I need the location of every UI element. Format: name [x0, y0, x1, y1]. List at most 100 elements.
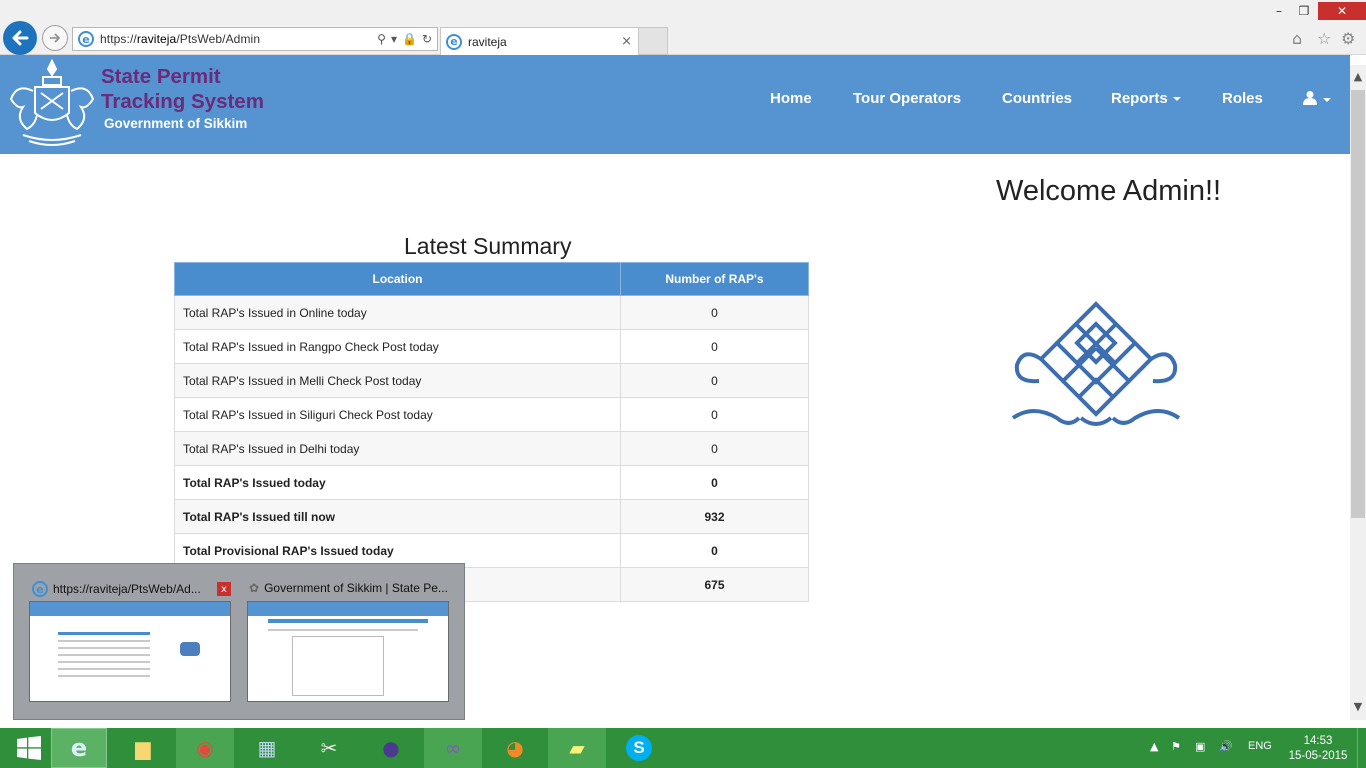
taskbar-firefox[interactable]: ◕: [486, 728, 544, 768]
visual-studio-icon: ∞: [444, 736, 462, 760]
url-scheme: https://: [100, 32, 137, 46]
preview-window1-title[interactable]: e https://raviteja/PtsWeb/Ad...: [32, 581, 201, 597]
refresh-icon[interactable]: ↻: [422, 32, 432, 46]
browser-chrome: e https://raviteja/PtsWeb/Admin ⚲ ▾ 🔒 ↻ …: [0, 0, 1366, 55]
scrollbar-thumb[interactable]: [1351, 90, 1365, 518]
thumb-row: [58, 647, 150, 649]
row-label: Total RAP's Issued in Online today: [174, 295, 621, 330]
summary-title: Latest Summary: [404, 233, 572, 259]
favorites-star-icon[interactable]: ☆: [1317, 29, 1331, 48]
nav-reports-label: Reports: [1111, 90, 1168, 107]
action-center-flag-icon[interactable]: ⚑: [1171, 740, 1181, 753]
table-row: Total RAP's Issued in Rangpo Check Post …: [174, 329, 809, 364]
nav-reports[interactable]: Reports: [1111, 90, 1181, 107]
search-icon[interactable]: ⚲: [377, 32, 386, 46]
forward-button[interactable]: [42, 25, 68, 51]
ie-tab-icon: e: [446, 33, 462, 50]
url-path: /PtsWeb/Admin: [176, 32, 261, 46]
back-button[interactable]: [3, 21, 37, 55]
row-value: 675: [620, 567, 809, 602]
nav-home[interactable]: Home: [770, 90, 812, 107]
user-icon: [1303, 91, 1317, 105]
taskbar-eclipse[interactable]: ●: [362, 728, 420, 768]
thumb-row: [268, 629, 418, 631]
thumb-row: [58, 675, 150, 677]
preview-window2-title[interactable]: ✿ Government of Sikkim | State Pe...: [249, 581, 448, 595]
table-row: Total RAP's Issued in Siliguri Check Pos…: [174, 397, 809, 432]
scroll-up-icon[interactable]: ▲: [1350, 68, 1366, 84]
skype-icon: S: [626, 735, 652, 761]
new-tab-button[interactable]: [639, 27, 668, 55]
table-row-total-till-now: Total RAP's Issued till now 932: [174, 499, 809, 534]
url-host: raviteja: [136, 32, 177, 46]
nav-user-menu[interactable]: [1302, 90, 1331, 108]
nav-countries[interactable]: Countries: [1002, 90, 1072, 107]
url-text[interactable]: https://raviteja/PtsWeb/Admin: [100, 32, 377, 46]
preview-window2-thumbnail[interactable]: [247, 601, 449, 702]
show-desktop-button[interactable]: [1357, 728, 1366, 768]
row-value: 0: [620, 465, 809, 500]
nav-tour-operators[interactable]: Tour Operators: [853, 90, 961, 107]
taskbar-server-manager[interactable]: ▦: [238, 728, 296, 768]
brand-title-line1: State Permit: [101, 65, 221, 88]
address-bar[interactable]: e https://raviteja/PtsWeb/Admin ⚲ ▾ 🔒 ↻: [72, 27, 438, 51]
table-row: Total RAP's Issued in Online today 0: [174, 295, 809, 330]
row-label: Total RAP's Issued today: [174, 465, 621, 500]
row-value: 0: [620, 295, 809, 330]
taskbar-sticky-notes[interactable]: ▰: [548, 728, 606, 768]
endless-knot-icon: [1011, 301, 1181, 426]
preview-window2-label: Government of Sikkim | State Pe...: [264, 581, 448, 595]
preview-window1-label: https://raviteja/PtsWeb/Ad...: [53, 582, 201, 596]
taskbar-visual-studio[interactable]: ∞: [424, 728, 482, 768]
browser-tab[interactable]: e raviteja ×: [440, 27, 639, 55]
settings-gear-icon[interactable]: ⚙: [1341, 29, 1355, 48]
taskbar-skype[interactable]: S: [610, 728, 668, 768]
start-button[interactable]: [0, 728, 58, 768]
thumb-row: [58, 654, 150, 656]
taskbar-thumbnail-preview: e https://raviteja/PtsWeb/Ad... x ✿ Gove…: [13, 563, 465, 720]
taskbar-ie[interactable]: e: [51, 728, 107, 768]
ie-page-icon: e: [78, 31, 94, 47]
row-label: Total RAP's Issued in Rangpo Check Post …: [174, 329, 621, 364]
welcome-heading: Welcome Admin!!: [996, 175, 1222, 207]
scroll-down-icon[interactable]: ▼: [1350, 698, 1366, 714]
row-label: Total RAP's Issued in Melli Check Post t…: [174, 363, 621, 398]
system-clock[interactable]: 14:53 15-05-2015: [1287, 734, 1349, 764]
thumb-row: [58, 640, 150, 642]
brand-title[interactable]: State Permit Tracking System: [101, 64, 264, 114]
tray-overflow-icon[interactable]: ▲: [1150, 740, 1158, 753]
thumb-titlebar: [268, 619, 428, 623]
window-close-button[interactable]: ✕: [1318, 2, 1366, 20]
volume-icon[interactable]: 🔊: [1219, 740, 1233, 753]
chevron-down-icon: [1172, 97, 1181, 102]
dropdown-icon[interactable]: ▾: [391, 32, 397, 46]
window-restore-button[interactable]: ❐: [1295, 2, 1313, 20]
summary-table: Location Number of RAP's Total RAP's Iss…: [174, 262, 809, 602]
taskbar-tools[interactable]: ✂: [300, 728, 358, 768]
row-label: Total RAP's Issued in Siliguri Check Pos…: [174, 397, 621, 432]
taskbar-chrome[interactable]: ◉: [176, 728, 234, 768]
folder-icon: ▆: [135, 736, 151, 760]
lock-icon[interactable]: 🔒: [402, 32, 417, 46]
sikkim-emblem-icon[interactable]: [5, 57, 99, 149]
thumb-header: [30, 602, 230, 616]
server-icon: ▦: [257, 736, 277, 760]
tab-title: raviteja: [468, 34, 507, 49]
row-label: Total RAP's Issued in Delhi today: [174, 431, 621, 466]
preview-close-button[interactable]: x: [217, 582, 231, 596]
nav-roles[interactable]: Roles: [1222, 90, 1263, 107]
thumb-document: [292, 636, 384, 696]
windows-logo-icon: [17, 736, 41, 760]
sticky-notes-icon: ▰: [569, 736, 585, 760]
tab-close-button[interactable]: ×: [621, 34, 632, 49]
preview-window1-thumbnail[interactable]: [29, 601, 231, 702]
language-indicator[interactable]: ENG: [1248, 740, 1272, 752]
thumb-row: [58, 661, 150, 663]
home-icon[interactable]: ⌂: [1292, 29, 1302, 48]
network-icon[interactable]: ▣: [1195, 740, 1205, 753]
brand-title-line2: Tracking System: [101, 90, 264, 113]
chrome-icon: ◉: [196, 736, 214, 760]
taskbar-file-explorer[interactable]: ▆: [114, 728, 172, 768]
row-label: Total RAP's Issued till now: [174, 499, 621, 534]
window-minimize-button[interactable]: –: [1270, 2, 1288, 20]
